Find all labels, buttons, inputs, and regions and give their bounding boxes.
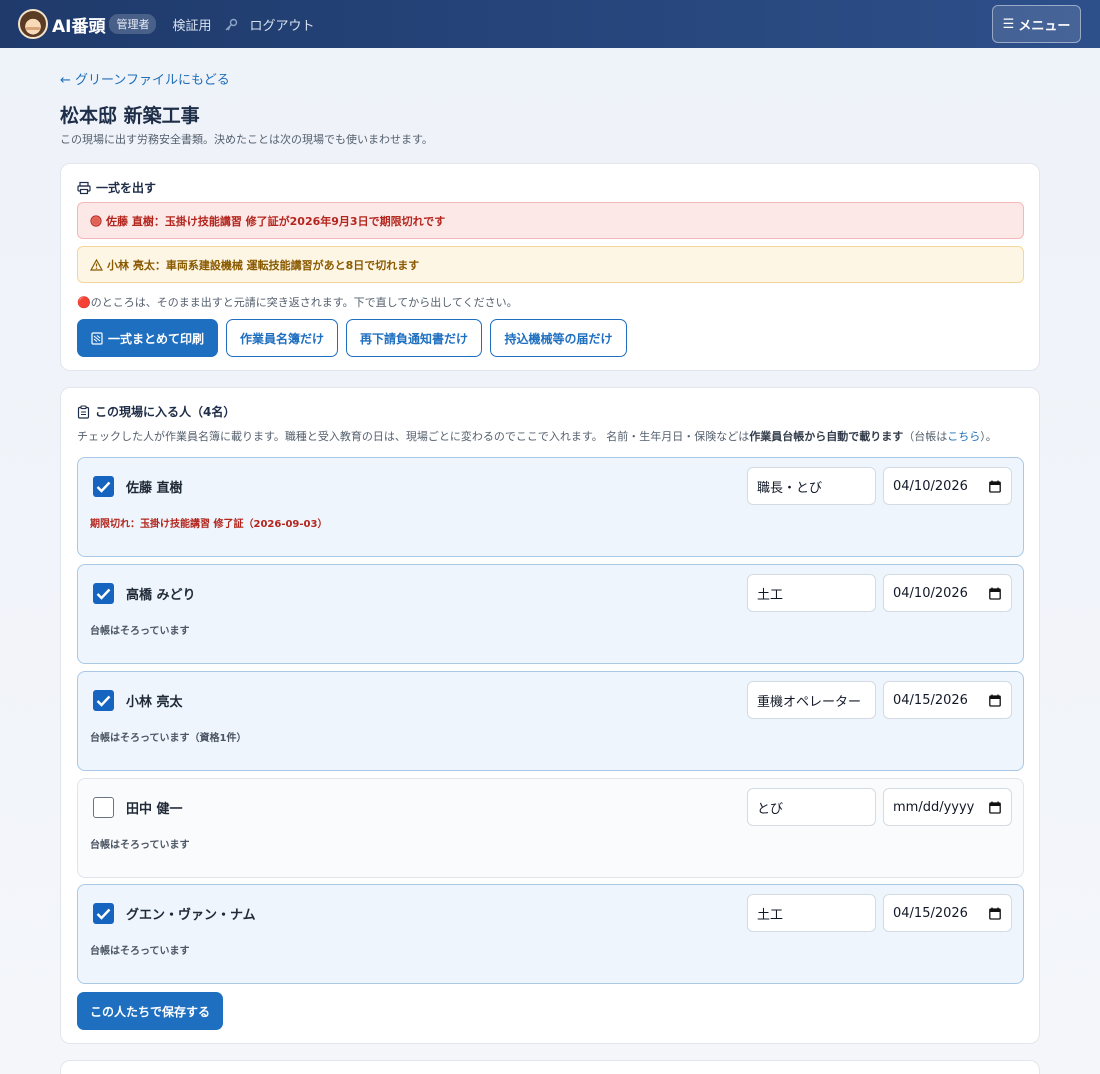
page-title: 松本邸 新築工事 [60,105,200,127]
education-date-value: 04/15/2026 [893,905,968,921]
person-status: 台帳はそろっています [90,946,190,957]
person-row: グエン・ヴァン・ナム 台帳はそろっています 土工 04/15/2026 [77,884,1024,984]
nav-logout-link[interactable]: ログアウト [250,15,315,34]
education-date-input[interactable]: 04/10/2026 [883,574,1012,612]
person-status: 台帳はそろっています [90,626,190,637]
people-description-text-3: ）。 [980,430,997,443]
expired-alert: 佐藤 直樹：玉掛け技能講習 修了証が2026年9月3日で期限切れです [77,202,1024,239]
person-status: 期限切れ：玉掛け技能講習 修了証（2026-09-03） [90,519,328,530]
ledger-link[interactable]: こちら [947,430,980,443]
expiring-alert: 小林 亮太：車両系建設機械 運転技能講習があと8日で切れます [77,246,1024,283]
calendar-icon[interactable] [989,480,1001,493]
calendar-icon[interactable] [989,801,1001,814]
roster-only-button[interactable]: 作業員名簿だけ [226,319,338,357]
person-name: 田中 健一 [126,802,183,817]
job-input[interactable]: 重機オペレーター [747,681,876,719]
person-row: 田中 健一 台帳はそろっています とび mm/dd/yyyy [77,778,1024,878]
save-people-button[interactable]: この人たちで保存する [77,992,223,1030]
education-date-value: mm/dd/yyyy [893,799,975,815]
person-status: 台帳はそろっています [90,840,190,851]
next-card [60,1060,1040,1074]
person-checkbox[interactable] [93,583,114,604]
person-checkbox[interactable] [93,690,114,711]
calendar-icon[interactable] [989,907,1001,920]
people-description-bold: 作業員台帳から自動で載ります [749,430,904,443]
education-date-value: 04/10/2026 [893,478,968,494]
education-date-input[interactable]: 04/10/2026 [883,467,1012,505]
clipboard-icon [77,404,90,419]
menu-button[interactable]: ☰ メニュー [992,5,1081,43]
job-input[interactable]: 職長・とび [747,467,876,505]
job-input[interactable]: 土工 [747,894,876,932]
warning-icon [90,258,103,271]
people-card: この現場に入る人（4名） チェックした人が作業員名簿に載ります。職種と受入教育の… [60,387,1040,1044]
person-status: 台帳はそろっています（資格1件） [90,733,247,744]
person-row: 高橋 みどり 台帳はそろっています 土工 04/10/2026 [77,564,1024,664]
app-logo-avatar[interactable] [18,9,48,39]
hamburger-icon: ☰ [1002,16,1015,32]
role-badge: 管理者 [109,14,157,34]
document-icon [91,331,103,345]
person-name: 佐藤 直樹 [126,481,183,496]
print-all-button[interactable]: 一式まとめて印刷 [77,319,218,357]
print-all-label: 一式まとめて印刷 [107,331,204,346]
check-icon [96,481,111,493]
person-name: グエン・ヴァン・ナム [126,908,256,923]
output-card: 一式を出す 佐藤 直樹：玉掛け技能講習 修了証が2026年9月3日で期限切れです… [60,163,1040,371]
calendar-icon[interactable] [989,587,1001,600]
person-name: 小林 亮太 [126,695,183,710]
education-date-value: 04/10/2026 [893,585,968,601]
people-card-heading: この現場に入る人（4名） [77,403,235,420]
person-checkbox[interactable] [93,476,114,497]
output-card-heading: 一式を出す [77,179,156,196]
expired-alert-text: 佐藤 直樹：玉掛け技能講習 修了証が2026年9月3日で期限切れです [106,214,446,228]
person-name: 高橋 みどり [126,588,196,603]
key-icon [224,17,238,31]
job-input[interactable]: 土工 [747,574,876,612]
people-description: チェックした人が作業員名簿に載ります。職種と受入教育の日は、現場ごとに変わるので… [77,428,997,444]
person-checkbox[interactable] [93,903,114,924]
check-icon [96,695,111,707]
top-navbar: AI番頭 管理者 検証用 ログアウト ☰ メニュー [0,0,1100,48]
red-circle-icon [90,214,102,227]
machine-only-button[interactable]: 持込機械等の届だけ [490,319,627,357]
person-row: 佐藤 直樹 期限切れ：玉掛け技能講習 修了証（2026-09-03） 職長・とび… [77,457,1024,557]
printer-icon [77,181,91,194]
nav-verify-link[interactable]: 検証用 [172,15,211,34]
people-description-text-2: （台帳は [903,430,948,443]
education-date-value: 04/15/2026 [893,692,968,708]
education-date-input[interactable]: 04/15/2026 [883,894,1012,932]
education-date-input[interactable]: mm/dd/yyyy [883,788,1012,826]
calendar-icon[interactable] [989,694,1001,707]
output-card-heading-text: 一式を出す [96,181,157,195]
subcontract-only-button[interactable]: 再下請負通知書だけ [346,319,482,357]
person-checkbox[interactable] [93,797,114,818]
check-icon [96,588,111,600]
job-input[interactable]: とび [747,788,876,826]
page-subtitle: この現場に出す労務安全書類。決めたことは次の現場でも使いまわせます。 [60,133,433,146]
education-date-input[interactable]: 04/15/2026 [883,681,1012,719]
app-brand[interactable]: AI番頭 [52,12,105,37]
menu-label: メニュー [1018,18,1071,34]
people-description-text: チェックした人が作業員名簿に載ります。職種と受入教育の日は、現場ごとに変わるので… [77,430,750,443]
expiring-alert-text: 小林 亮太：車両系建設機械 運転技能講習があと8日で切れます [107,258,420,272]
output-note: 🔴のところは、そのまま出すと元請に突き返されます。下で直してから出してください。 [77,296,518,309]
check-icon [96,908,111,920]
people-card-heading-text: この現場に入る人（4名） [95,405,236,419]
person-row: 小林 亮太 台帳はそろっています（資格1件） 重機オペレーター 04/15/20… [77,671,1024,771]
back-link[interactable]: ← グリーンファイルにもどる [60,69,230,88]
